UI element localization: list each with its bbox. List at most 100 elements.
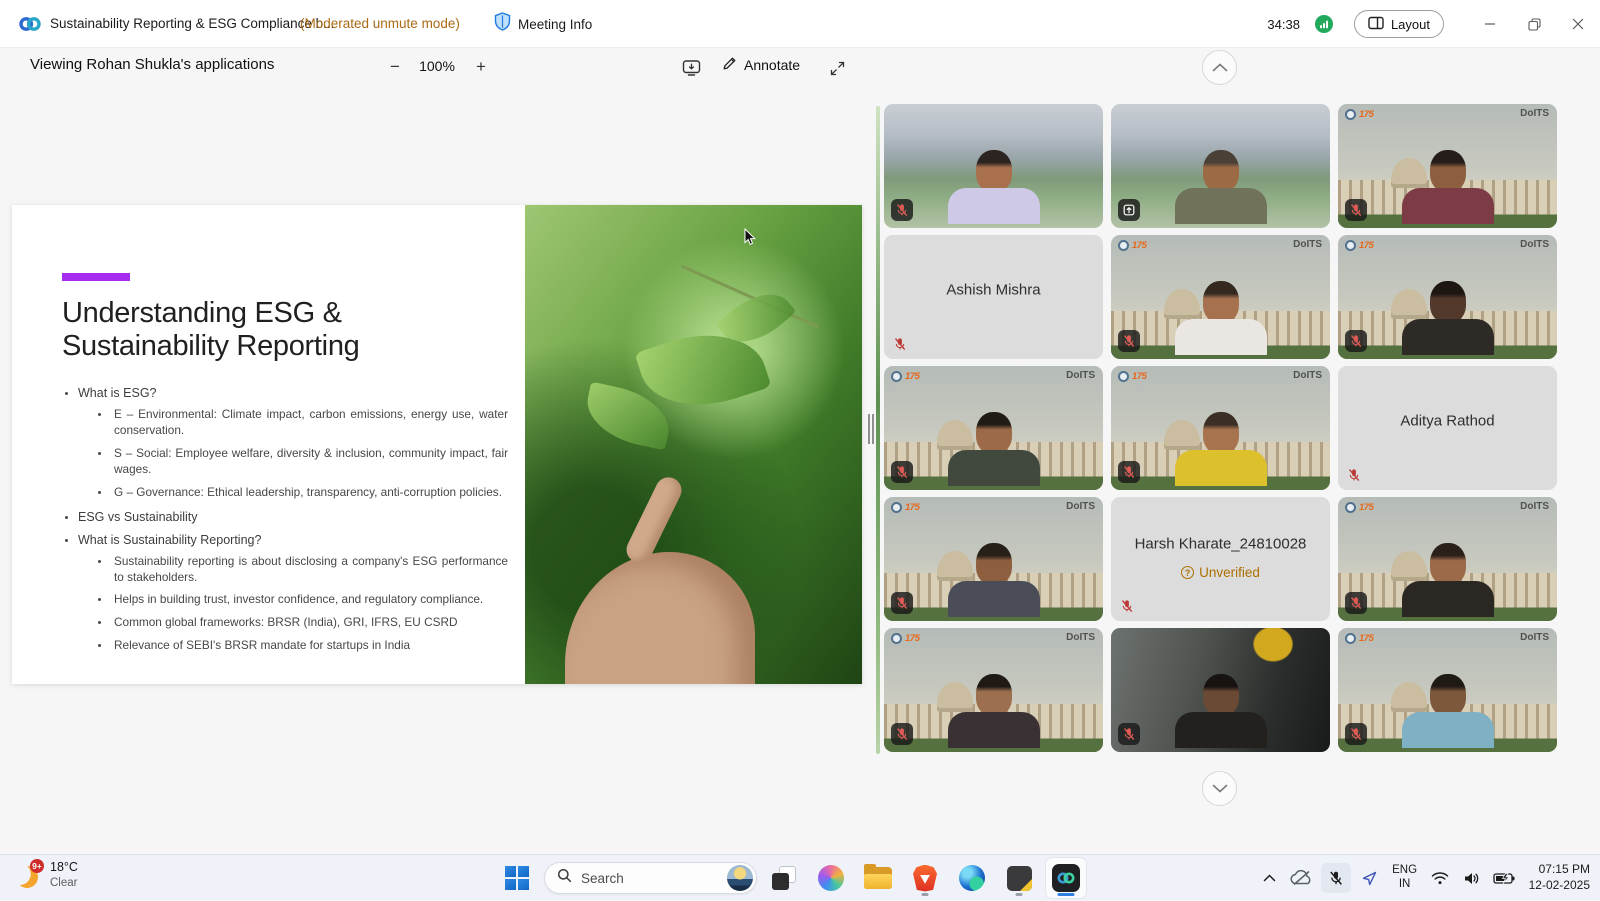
weather-widget[interactable]: 9+ 18°C Clear <box>14 860 78 890</box>
tray-chevron-up-icon[interactable] <box>1257 863 1283 893</box>
doits-watermark: DoITS <box>1066 632 1095 643</box>
mic-muted-icon <box>891 199 913 221</box>
mic-muted-icon <box>891 461 913 483</box>
slide-bullet: What is ESG? <box>62 386 508 400</box>
view-on-device-button[interactable] <box>678 55 704 81</box>
tray-time: 07:15 PM <box>1529 862 1590 878</box>
copilot-button[interactable] <box>811 858 851 898</box>
doits-watermark: DoITS <box>1520 501 1549 512</box>
participant-tile-video[interactable]: 175DoITS <box>884 628 1103 752</box>
webex-app-button[interactable] <box>1046 858 1086 898</box>
participant-tile-video[interactable]: 175 DoITS <box>1338 628 1557 752</box>
meeting-info-button[interactable]: Meeting Info <box>486 9 600 39</box>
minimize-button[interactable] <box>1468 0 1512 48</box>
slide-bullet: ESG vs Sustainability <box>62 510 508 524</box>
chakra-wheel-icon <box>891 502 902 513</box>
participant-video-person <box>1393 281 1503 359</box>
slide-bullet: Common global frameworks: BRSR (India), … <box>62 615 508 631</box>
taskbar-search[interactable]: Search <box>544 862 757 894</box>
meeting-info-label: Meeting Info <box>518 17 592 32</box>
chakra-wheel-icon <box>891 371 902 382</box>
scroll-down-button[interactable] <box>1202 771 1237 806</box>
shield-icon <box>494 12 511 36</box>
participant-tile-video[interactable]: 175DoITS <box>1338 235 1557 359</box>
participant-video-person <box>939 150 1049 228</box>
share-toolbar: Viewing Rohan Shukla's applications − 10… <box>0 48 1600 86</box>
doits-watermark: DoITS <box>1520 239 1549 250</box>
restore-button[interactable] <box>1512 0 1556 48</box>
webex-app-icon <box>1052 864 1080 892</box>
chakra-wheel-icon <box>1345 502 1356 513</box>
system-tray: ENG IN 07:15 PM 12- <box>1257 855 1590 901</box>
participant-name: Harsh Kharate_24810028 <box>1111 536 1330 553</box>
search-daily-image <box>727 865 753 891</box>
chakra-wheel-icon <box>1118 371 1129 382</box>
mic-muted-icon <box>1118 723 1140 745</box>
mic-muted-icon <box>1347 468 1361 482</box>
file-explorer-button[interactable] <box>858 858 898 898</box>
location-arrow-icon[interactable] <box>1357 863 1383 893</box>
participant-tile-named[interactable]: Harsh Kharate_24810028 Unverified <box>1111 497 1330 621</box>
slide-bullet: G – Governance: Ethical leadership, tran… <box>62 485 508 501</box>
notepad-icon <box>1007 866 1032 891</box>
participant-grid: 175 DoITS Ashish Mishra 175 DoITS 175 DoITS… <box>884 104 1558 752</box>
notepad-button[interactable] <box>999 858 1039 898</box>
mic-muted-icon <box>1345 723 1367 745</box>
wifi-icon[interactable] <box>1427 863 1453 893</box>
mic-muted-icon <box>893 337 907 351</box>
language-indicator[interactable]: ENG IN <box>1389 864 1421 892</box>
annotate-button[interactable]: Annotate <box>722 55 800 74</box>
participant-tile-video[interactable]: 175DoITS <box>1111 235 1330 359</box>
iit-roorkee-logo: 175 <box>1345 109 1373 120</box>
brave-icon <box>913 865 937 892</box>
edge-browser-button[interactable] <box>952 858 992 898</box>
participant-tile-named[interactable]: Ashish Mishra <box>884 235 1103 359</box>
tray-clock[interactable]: 07:15 PM 12-02-2025 <box>1529 862 1590 893</box>
webex-logo-icon <box>18 12 42 36</box>
layout-button[interactable]: Layout <box>1354 10 1444 38</box>
panel-resize-handle[interactable] <box>868 414 875 444</box>
viewing-label: Viewing Rohan Shukla's applications <box>30 56 274 73</box>
taskbar-apps: Search <box>497 855 1086 901</box>
volume-icon[interactable] <box>1459 863 1485 893</box>
participant-tile-video[interactable] <box>1111 104 1330 228</box>
chakra-wheel-icon <box>891 633 902 644</box>
participant-tile-video[interactable]: 175 DoITS <box>1338 497 1557 621</box>
expand-view-button[interactable] <box>824 55 850 81</box>
weather-condition: Clear <box>50 876 78 890</box>
notification-badge: 9+ <box>30 859 44 873</box>
participant-tile-video[interactable]: 175DoITS <box>1338 104 1557 228</box>
doits-watermark: DoITS <box>1520 632 1549 643</box>
participant-tile-video[interactable] <box>1111 628 1330 752</box>
shared-slide: Understanding ESG & Sustainability Repor… <box>12 205 862 684</box>
doits-watermark: DoITS <box>1293 370 1322 381</box>
weather-temp: 18°C <box>50 860 78 876</box>
tray-mic-muted-icon[interactable] <box>1321 863 1351 893</box>
mic-muted-icon <box>1345 592 1367 614</box>
onedrive-paused-icon[interactable] <box>1289 863 1315 893</box>
search-placeholder: Search <box>581 871 718 886</box>
iit-roorkee-logo: 175 <box>1118 371 1146 382</box>
participant-tile-video[interactable]: 175 DoITS <box>1111 366 1330 490</box>
task-view-button[interactable] <box>764 858 804 898</box>
start-button[interactable] <box>497 858 537 898</box>
participant-tile-video[interactable]: 175DoITS <box>884 366 1103 490</box>
zoom-in-button[interactable]: + <box>468 54 494 80</box>
participant-tile-named[interactable]: Aditya Rathod <box>1338 366 1557 490</box>
participant-tile-video[interactable] <box>884 104 1103 228</box>
iit-roorkee-logo: 175 <box>1345 633 1373 644</box>
pen-icon <box>722 55 738 74</box>
doits-watermark: DoITS <box>1293 239 1322 250</box>
unverified-badge: Unverified <box>1111 565 1330 580</box>
brave-browser-button[interactable] <box>905 858 945 898</box>
battery-charging-icon[interactable] <box>1491 863 1517 893</box>
zoom-out-button[interactable]: − <box>382 54 408 80</box>
participant-tile-video[interactable]: 175DoITS <box>884 497 1103 621</box>
iit-roorkee-logo: 175 <box>891 502 919 513</box>
slide-bullet-list: What is ESG?E – Environmental: Climate i… <box>62 377 508 654</box>
close-button[interactable] <box>1556 0 1600 48</box>
iit-roorkee-logo: 175 <box>1345 502 1373 513</box>
mic-muted-icon <box>1118 330 1140 352</box>
participant-video-person <box>1393 150 1503 228</box>
slide-bullet: Helps in building trust, investor confid… <box>62 592 508 608</box>
